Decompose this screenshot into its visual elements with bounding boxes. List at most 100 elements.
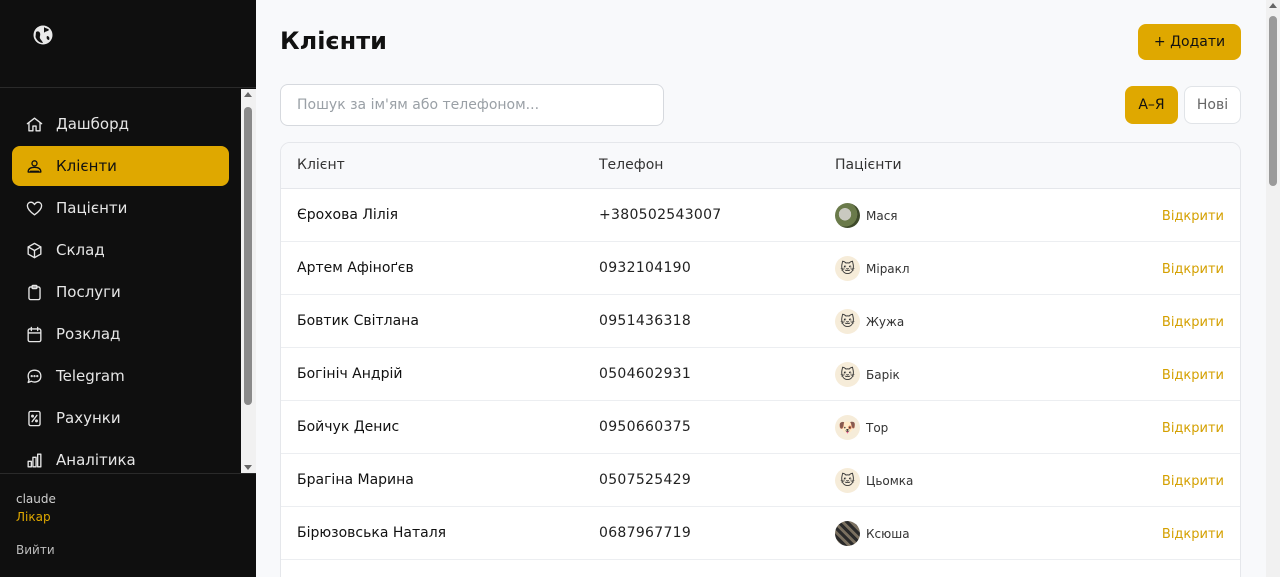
sidebar: Дашборд Клієнти Пацієнти Склад Послуги Р… — [0, 0, 256, 577]
pet-photo-avatar — [835, 521, 860, 546]
cat-icon: 🐱 — [835, 309, 860, 334]
sidebar-footer: claude Лікар Вийти — [0, 473, 256, 577]
clients-table: Клієнт Телефон Пацієнти Єрохова Лілія +3… — [280, 142, 1241, 577]
sidebar-item-invoices[interactable]: Рахунки — [12, 398, 229, 438]
open-client-link[interactable]: Відкрити — [1162, 368, 1224, 383]
home-icon — [24, 114, 44, 134]
table-row[interactable]: Бірюзовська Наталя 0687967719 Ксюша Відк… — [281, 507, 1240, 560]
dog-icon: 🐶 — [835, 415, 860, 440]
client-name: Брагіна Марина — [297, 472, 414, 488]
sidebar-item-label: Послуги — [56, 283, 121, 301]
sidebar-item-label: Розклад — [56, 325, 121, 343]
client-name: Бірюзовська Наталя — [297, 525, 447, 541]
bar-chart-icon — [24, 450, 44, 470]
chat-icon — [24, 366, 44, 386]
table-header: Клієнт Телефон Пацієнти — [281, 143, 1240, 189]
sort-new-button[interactable]: Нові — [1184, 86, 1241, 124]
table-row[interactable]: Бойчук Денис 0950660375 🐶 Тор Відкрити — [281, 401, 1240, 454]
patient-chip[interactable]: 🐱 Барік — [835, 362, 900, 387]
heart-icon — [24, 198, 44, 218]
client-phone: 0507525429 — [599, 472, 692, 488]
column-header-patients: Пацієнти — [835, 157, 902, 173]
sidebar-item-label: Telegram — [56, 367, 125, 385]
sidebar-item-clients[interactable]: Клієнти — [12, 146, 229, 186]
table-row[interactable]: Богініч Андрій 0504602931 🐱 Барік Відкрит… — [281, 348, 1240, 401]
client-name: Єрохова Лілія — [297, 207, 399, 223]
clipboard-icon — [24, 282, 44, 302]
calendar-icon — [24, 324, 44, 344]
sidebar-nav: Дашборд Клієнти Пацієнти Склад Послуги Р… — [12, 104, 229, 473]
box-icon — [24, 240, 44, 260]
sidebar-item-label: Дашборд — [56, 115, 129, 133]
table-row[interactable]: Брагіна Марина 0507525429 🐱 Цьомка Відкри… — [281, 454, 1240, 507]
scroll-down-arrow-icon[interactable] — [244, 465, 252, 470]
table-row[interactable]: Артем Афіноґєв 0932104190 🐱 Міракл Відкри… — [281, 242, 1240, 295]
user-name: claude — [16, 492, 56, 506]
scroll-up-arrow-icon[interactable] — [1269, 3, 1277, 8]
scrollbar-thumb[interactable] — [244, 107, 252, 405]
client-phone: 0932104190 — [599, 260, 692, 276]
sidebar-item-schedule[interactable]: Розклад — [12, 314, 229, 354]
sidebar-item-dashboard[interactable]: Дашборд — [12, 104, 229, 144]
patient-chip[interactable]: 🐱 Жужа — [835, 309, 904, 334]
cat-icon: 🐱 — [835, 468, 860, 493]
open-client-link[interactable]: Відкрити — [1162, 527, 1224, 542]
page-title: Клієнти — [280, 27, 387, 55]
sidebar-item-telegram[interactable]: Telegram — [12, 356, 229, 396]
pet-name: Міракл — [866, 261, 910, 276]
sidebar-item-label: Клієнти — [56, 157, 117, 175]
patient-chip[interactable]: 🐱 Міракл — [835, 256, 910, 281]
column-header-client: Клієнт — [297, 157, 345, 173]
scroll-up-arrow-icon[interactable] — [244, 92, 252, 97]
pet-name: Тор — [866, 420, 889, 435]
client-name: Богініч Андрій — [297, 366, 403, 382]
add-client-button[interactable]: + Додати — [1138, 24, 1241, 60]
logo-area — [0, 0, 256, 88]
open-client-link[interactable]: Відкрити — [1162, 315, 1224, 330]
pet-name: Мася — [866, 208, 898, 223]
open-client-link[interactable]: Відкрити — [1162, 421, 1224, 436]
client-name: Бовтик Світлана — [297, 313, 419, 329]
cat-icon: 🐱 — [835, 256, 860, 281]
open-client-link[interactable]: Відкрити — [1162, 262, 1224, 277]
sidebar-scrollbar[interactable] — [241, 89, 256, 473]
open-client-link[interactable]: Відкрити — [1162, 474, 1224, 489]
sidebar-item-label: Рахунки — [56, 409, 121, 427]
patient-chip[interactable]: 🐱 Цьомка — [835, 468, 913, 493]
cat-icon: 🐱 — [835, 362, 860, 387]
open-client-link[interactable]: Відкрити — [1162, 209, 1224, 224]
scrollbar-thumb[interactable] — [1269, 16, 1277, 186]
globe-logo-icon[interactable] — [32, 24, 54, 46]
client-phone: 0687967719 — [599, 525, 692, 541]
sidebar-item-warehouse[interactable]: Склад — [12, 230, 229, 270]
table-row[interactable]: Єрохова Лілія +380502543007 Мася Відкрит… — [281, 189, 1240, 242]
main-content: Клієнти + Додати А–Я Нові Клієнт Телефон… — [256, 0, 1266, 577]
patient-chip[interactable]: Мася — [835, 203, 898, 228]
search-input[interactable] — [280, 84, 664, 126]
sidebar-item-patients[interactable]: Пацієнти — [12, 188, 229, 228]
table-row[interactable]: Бовтик Світлана 0951436318 🐱 Жужа Відкрит… — [281, 295, 1240, 348]
sidebar-item-analytics[interactable]: Аналітика — [12, 440, 229, 473]
pet-name: Барік — [866, 367, 900, 382]
sort-az-button[interactable]: А–Я — [1125, 86, 1178, 124]
client-phone: 0950660375 — [599, 419, 692, 435]
users-icon — [24, 156, 44, 176]
pet-name: Цьомка — [866, 473, 914, 488]
sidebar-item-label: Аналітика — [56, 451, 136, 469]
pet-photo-avatar — [835, 203, 860, 228]
client-phone: +380502543007 — [599, 207, 722, 223]
client-name: Бойчук Денис — [297, 419, 400, 435]
patient-chip[interactable]: Ксюша — [835, 521, 910, 546]
sidebar-item-services[interactable]: Послуги — [12, 272, 229, 312]
receipt-icon — [24, 408, 44, 428]
column-header-phone: Телефон — [599, 157, 664, 173]
client-name: Артем Афіноґєв — [297, 260, 414, 276]
user-role: Лікар — [16, 510, 51, 524]
page-scrollbar[interactable] — [1266, 0, 1280, 577]
pet-name: Жужа — [866, 314, 905, 329]
patient-chip[interactable]: 🐶 Тор — [835, 415, 888, 440]
sidebar-nav-scroll: Дашборд Клієнти Пацієнти Склад Послуги Р… — [0, 89, 256, 473]
sidebar-item-label: Пацієнти — [56, 199, 128, 217]
client-phone: 0951436318 — [599, 313, 692, 329]
logout-link[interactable]: Вийти — [16, 543, 55, 557]
